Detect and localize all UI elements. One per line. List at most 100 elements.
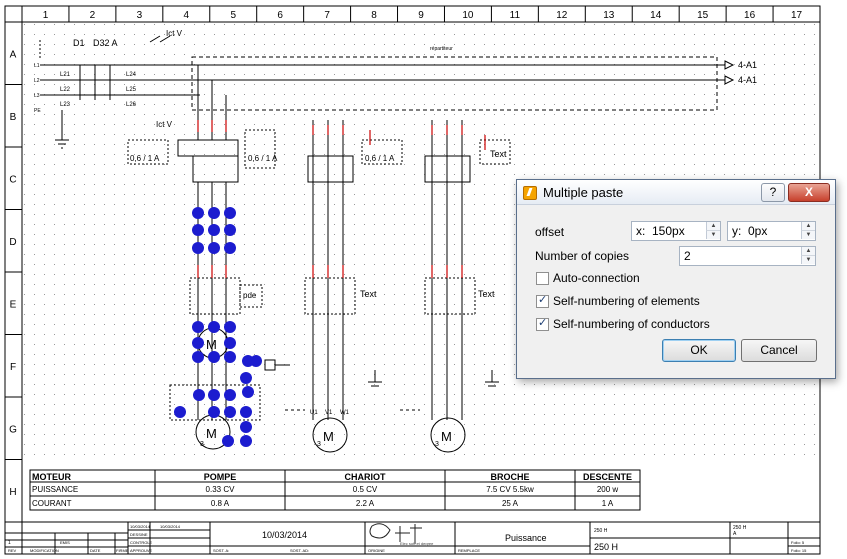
column-label: 15 — [697, 10, 709, 21]
selection-handle[interactable] — [174, 406, 186, 418]
label-l1: L1 — [34, 63, 40, 69]
cartouche-modification: MODIFICATION — [30, 548, 59, 553]
cartouche-folio-2: Folio: 15 — [791, 548, 807, 553]
offset-x-value: 150px — [652, 224, 685, 238]
ok-button[interactable]: OK — [662, 339, 736, 362]
terminal-w1: W1 — [340, 410, 350, 416]
column-label: 12 — [556, 10, 568, 21]
selection-handle[interactable] — [224, 337, 236, 349]
column-label: 3 — [137, 10, 143, 21]
label-l24: L24 — [126, 72, 137, 78]
column-label: 17 — [791, 10, 803, 21]
column-label: 9 — [418, 10, 424, 21]
label-repartiteur: répartiteur — [430, 46, 453, 52]
help-button[interactable]: ? — [761, 183, 785, 202]
selection-handle[interactable] — [222, 435, 234, 447]
cartouche-date: 10/03/2014 — [262, 530, 307, 540]
selection-handle[interactable] — [192, 337, 204, 349]
auto-connection-label[interactable]: Auto-connection — [553, 271, 640, 285]
row-label: B — [10, 112, 17, 123]
dialog-title: Multiple paste — [543, 185, 624, 200]
cartouche-ref-small-2: A — [733, 531, 737, 537]
label-ict: Ict V — [156, 120, 173, 129]
selection-handle[interactable] — [208, 351, 220, 363]
selection-handle[interactable] — [224, 224, 236, 236]
multiple-paste-dialog: Multiple paste ? X offset x: 150px ▲ ▼ y… — [516, 179, 836, 379]
table-cell: COURANT — [32, 499, 72, 508]
motor-2-letter: M — [323, 429, 334, 444]
selection-handle[interactable] — [224, 406, 236, 418]
offset-y-down-arrow-icon[interactable]: ▼ — [801, 231, 815, 239]
selection-handle[interactable] — [224, 351, 236, 363]
self-numbering-conductors-checkbox[interactable] — [536, 316, 549, 331]
selection-handle[interactable] — [208, 321, 220, 333]
arrow-label-1: 4-A1 — [738, 60, 757, 70]
copies-up-arrow-icon[interactable]: ▲ — [801, 247, 815, 256]
selection-handle[interactable] — [240, 421, 252, 433]
copies-spinbox[interactable]: 2 ▲ ▼ — [679, 246, 816, 266]
table-header-cell: MOTEUR — [32, 472, 71, 482]
auto-connection-checkbox[interactable] — [536, 272, 549, 285]
row-label: C — [9, 174, 16, 185]
selection-handle[interactable] — [192, 351, 204, 363]
selection-handle[interactable] — [224, 242, 236, 254]
column-label: 11 — [510, 10, 521, 21]
selection-handle[interactable] — [208, 224, 220, 236]
selection-handle[interactable] — [250, 355, 262, 367]
dialog-titlebar[interactable]: Multiple paste ? X — [517, 180, 835, 205]
cartouche-ref-1: 250 H — [594, 528, 608, 534]
table-cell: 200 w — [597, 485, 619, 494]
selection-handle[interactable] — [240, 406, 252, 418]
selection-handle[interactable] — [224, 321, 236, 333]
table-cell: 7.5 CV 5.5kw — [486, 485, 534, 494]
selection-handle[interactable] — [242, 386, 254, 398]
selection-handle[interactable] — [208, 207, 220, 219]
selection-handle[interactable] — [208, 242, 220, 254]
label-pde: pde — [243, 291, 257, 300]
offset-x-spinbox[interactable]: x: 150px ▲ ▼ — [631, 221, 721, 241]
offset-x-prefix: x: — [636, 224, 646, 238]
selection-handle[interactable] — [192, 224, 204, 236]
cartouche-section: Puissance — [505, 533, 547, 543]
offset-y-prefix: y: — [732, 224, 742, 238]
offset-y-spinbox[interactable]: y: 0px ▲ ▼ — [727, 221, 816, 241]
selection-handle[interactable] — [193, 389, 205, 401]
table-cell: 1 A — [602, 499, 614, 508]
cartouche-sost-ad: SOST. AD: — [290, 548, 309, 553]
cartouche-folio-1: Folio: 5 — [791, 540, 805, 545]
self-numbering-elements-label[interactable]: Self-numbering of elements — [553, 294, 700, 308]
close-button[interactable]: X — [788, 183, 830, 202]
cartouche-firme: FIRME — [116, 548, 129, 553]
self-numbering-conductors-label[interactable]: Self-numbering of conductors — [553, 317, 710, 331]
selection-handle[interactable] — [192, 207, 204, 219]
offset-x-up-arrow-icon[interactable]: ▲ — [706, 222, 720, 231]
label-d1: D1 — [73, 38, 85, 48]
column-label: 4 — [184, 10, 190, 21]
copies-down-arrow-icon[interactable]: ▼ — [801, 256, 815, 264]
offset-y-value: 0px — [748, 224, 768, 238]
copies-value: 2 — [684, 249, 691, 263]
row-header: A B C D E F G H — [5, 21, 22, 498]
cartouche-date-small-1: 10/03/2014 — [130, 524, 151, 529]
cartouche-controle: CONTROLE — [130, 540, 153, 545]
label-l26: L26 — [126, 102, 137, 108]
column-label: 7 — [324, 10, 330, 21]
selection-handle[interactable] — [240, 435, 252, 447]
label-range-2: 0,6 / 1 A — [248, 154, 278, 163]
table-header-cell: POMPE — [204, 472, 237, 482]
selection-handle[interactable] — [224, 389, 236, 401]
selection-handle[interactable] — [208, 389, 220, 401]
self-numbering-elements-checkbox[interactable] — [536, 293, 549, 308]
column-label: 1 — [43, 10, 49, 21]
column-label: 10 — [462, 10, 474, 21]
motor-2-sub: 3 — [317, 441, 321, 448]
selection-handle[interactable] — [192, 321, 204, 333]
copies-label: Number of copies — [535, 249, 630, 263]
selection-handle[interactable] — [208, 406, 220, 418]
offset-y-up-arrow-icon[interactable]: ▲ — [801, 222, 815, 231]
selection-handle[interactable] — [240, 372, 252, 384]
selection-handle[interactable] — [224, 207, 236, 219]
offset-x-down-arrow-icon[interactable]: ▼ — [706, 231, 720, 239]
cancel-button[interactable]: Cancel — [741, 339, 817, 362]
selection-handle[interactable] — [192, 242, 204, 254]
